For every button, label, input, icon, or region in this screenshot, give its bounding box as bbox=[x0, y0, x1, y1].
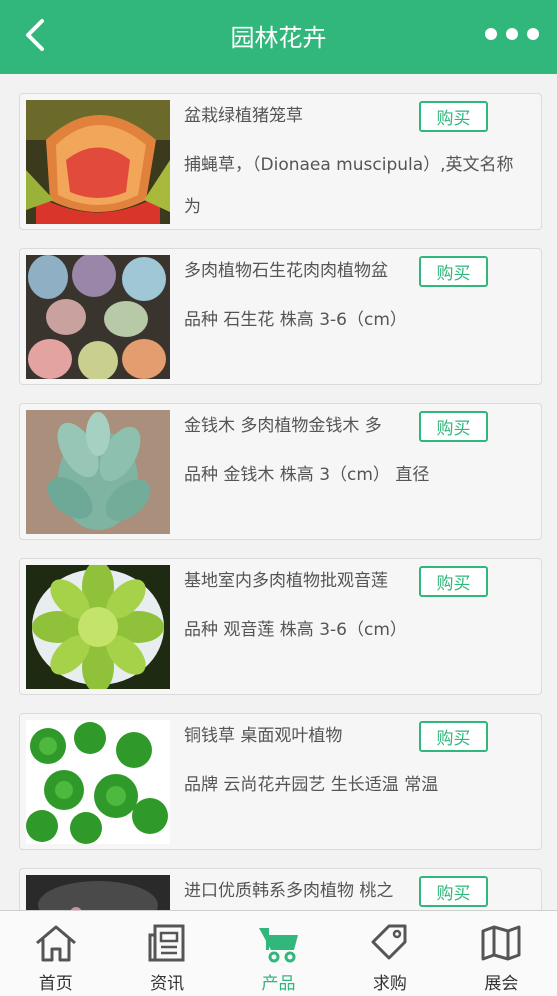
product-description: 品种 石生花 株高 3-6（cm） bbox=[184, 310, 407, 330]
product-image-jade-plant[interactable] bbox=[26, 410, 170, 534]
product-description: 品种 观音莲 株高 3-6（cm） bbox=[184, 620, 407, 640]
buy-button[interactable]: 购买 bbox=[419, 256, 488, 287]
news-icon bbox=[148, 924, 185, 962]
product-description: 品牌 云尚花卉园艺 生长适温 常温 bbox=[184, 775, 439, 795]
buy-button[interactable]: 购买 bbox=[419, 566, 488, 597]
product-card[interactable]: 铜钱草 桌面观叶植物 品牌 云尚花卉园艺 生长适温 常温 购买 bbox=[19, 713, 542, 850]
buy-button[interactable]: 购买 bbox=[419, 101, 488, 132]
more-button[interactable] bbox=[485, 22, 539, 46]
product-image-sempervivum[interactable] bbox=[26, 565, 170, 689]
product-title: 多肉植物石生花肉肉植物盆 bbox=[184, 261, 388, 281]
product-card[interactable]: 进口优质韩系多肉植物 桃之 购买 bbox=[19, 868, 542, 910]
product-image-pennywort[interactable] bbox=[26, 720, 170, 844]
tab-label: 产品 bbox=[261, 974, 296, 994]
tab-label: 展会 bbox=[484, 974, 519, 994]
tag-icon bbox=[371, 924, 407, 960]
tab-news[interactable]: 资讯 bbox=[111, 911, 222, 996]
product-title: 金钱木 多肉植物金钱木 多 bbox=[184, 416, 382, 436]
product-title: 盆栽绿植猪笼草 bbox=[184, 106, 303, 126]
tab-products[interactable]: 产品 bbox=[223, 911, 334, 996]
product-card[interactable]: 盆栽绿植猪笼草 捕蝇草，（Dionaea muscipula）,英文名称为 购买 bbox=[19, 93, 542, 230]
product-card[interactable]: 基地室内多肉植物批观音莲 品种 观音莲 株高 3-6（cm） 购买 bbox=[19, 558, 542, 695]
bottom-tab-bar: 首页 资讯 产品 求购 展会 bbox=[0, 910, 557, 996]
buy-button[interactable]: 购买 bbox=[419, 876, 488, 907]
product-description: 品种 金钱木 株高 3（cm） 直径 bbox=[184, 465, 430, 485]
product-image-succulent-pot[interactable] bbox=[26, 875, 170, 910]
tab-requests[interactable]: 求购 bbox=[334, 911, 445, 996]
buy-button[interactable]: 购买 bbox=[419, 411, 488, 442]
tab-exhibitions[interactable]: 展会 bbox=[446, 911, 557, 996]
tab-label: 资讯 bbox=[150, 974, 185, 994]
product-list[interactable]: 盆栽绿植猪笼草 捕蝇草，（Dionaea muscipula）,英文名称为 购买… bbox=[0, 74, 557, 910]
product-image-lithops[interactable] bbox=[26, 255, 170, 379]
product-title: 进口优质韩系多肉植物 桃之 bbox=[184, 881, 394, 901]
product-image-venus-flytrap[interactable] bbox=[26, 100, 170, 224]
product-title: 铜钱草 桌面观叶植物 bbox=[184, 726, 343, 746]
product-title: 基地室内多肉植物批观音莲 bbox=[184, 571, 388, 591]
top-bar: 园林花卉 bbox=[0, 0, 557, 74]
product-description: 捕蝇草，（Dionaea muscipula）,英文名称为 bbox=[184, 155, 514, 217]
page-title: 园林花卉 bbox=[230, 24, 327, 52]
product-card[interactable]: 金钱木 多肉植物金钱木 多 品种 金钱木 株高 3（cm） 直径 购买 bbox=[19, 403, 542, 540]
home-icon bbox=[35, 925, 76, 962]
map-icon bbox=[481, 925, 521, 961]
tab-home[interactable]: 首页 bbox=[0, 911, 111, 996]
tab-label: 求购 bbox=[372, 974, 407, 994]
tab-label: 首页 bbox=[38, 974, 73, 994]
buy-button[interactable]: 购买 bbox=[419, 721, 488, 752]
product-card[interactable]: 多肉植物石生花肉肉植物盆 品种 石生花 株高 3-6（cm） 购买 bbox=[19, 248, 542, 385]
more-dots-icon bbox=[485, 28, 497, 40]
cart-icon bbox=[258, 928, 298, 963]
